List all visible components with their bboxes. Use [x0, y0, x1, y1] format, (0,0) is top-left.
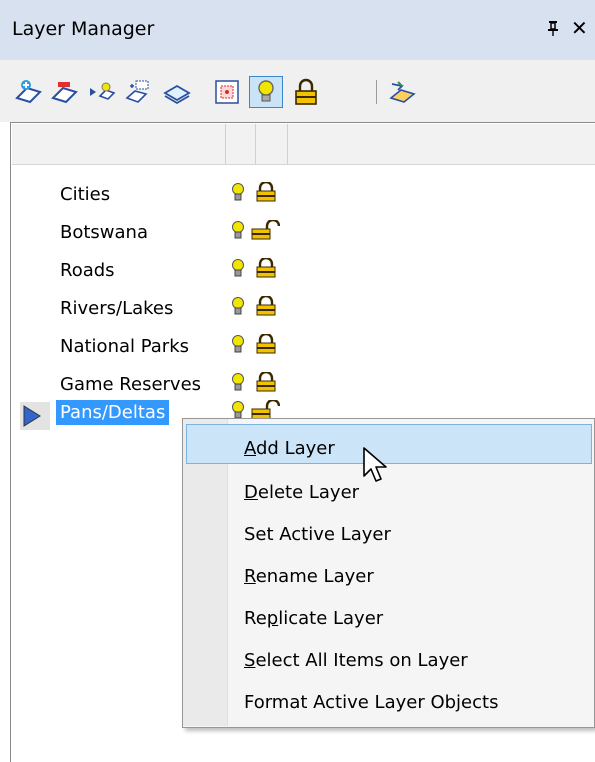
visible-bulb-icon[interactable]: [231, 296, 245, 316]
header-column-divider[interactable]: [225, 124, 226, 164]
header-column-divider[interactable]: [287, 124, 288, 164]
visible-bulb-icon[interactable]: [231, 220, 245, 240]
context-menu-gutter: [183, 419, 228, 726]
layer-name[interactable]: Cities: [60, 184, 110, 205]
locked-icon[interactable]: [255, 182, 277, 202]
menu-item-set-active-layer[interactable]: Set Active Layer: [244, 524, 391, 545]
select-items-icon[interactable]: [124, 78, 152, 106]
mouse-pointer-icon: [363, 447, 387, 482]
list-header: [12, 124, 595, 165]
active-row-indicator-icon: [20, 402, 50, 430]
visible-bulb-icon[interactable]: [231, 182, 245, 202]
locked-icon[interactable]: [255, 334, 277, 354]
menu-item-add-layer[interactable]: Add Layer: [244, 438, 335, 459]
header-column-divider[interactable]: [255, 124, 256, 164]
layer-name[interactable]: Rivers/Lakes: [60, 298, 173, 319]
delete-layer-icon[interactable]: [50, 78, 78, 106]
locked-icon[interactable]: [255, 296, 277, 316]
lock-icon[interactable]: [292, 78, 320, 106]
menu-item-select-all-items[interactable]: Select All Items on Layer: [244, 650, 468, 671]
layer-name[interactable]: Game Reserves: [60, 374, 201, 395]
add-layer-icon[interactable]: [14, 78, 42, 106]
panel-title: Layer Manager: [12, 18, 155, 40]
visible-bulb-icon[interactable]: [231, 372, 245, 392]
menu-item-rename-layer[interactable]: Rename Layer: [244, 566, 374, 587]
layer-name[interactable]: Botswana: [60, 222, 148, 243]
menu-item-format-active-layer-objects[interactable]: Format Active Layer Objects: [244, 692, 498, 713]
layer-name-selected[interactable]: Pans/Deltas: [56, 400, 170, 425]
unlocked-icon[interactable]: [250, 220, 280, 240]
visible-bulb-icon[interactable]: [231, 400, 245, 420]
properties-icon[interactable]: [388, 78, 416, 106]
menu-item-replicate-layer[interactable]: Replicate Layer: [244, 608, 383, 629]
close-icon[interactable]: ✕: [571, 16, 588, 40]
layer-name[interactable]: Roads: [60, 260, 115, 281]
pin-icon[interactable]: [546, 20, 560, 40]
visible-bulb-icon[interactable]: [231, 258, 245, 278]
unlocked-icon[interactable]: [250, 400, 280, 420]
visible-bulb-icon[interactable]: [231, 334, 245, 354]
format-icon[interactable]: [213, 78, 241, 106]
menu-item-delete-layer[interactable]: Delete Layer: [244, 482, 359, 503]
set-active-layer-icon[interactable]: [88, 78, 116, 106]
visibility-bulb-icon[interactable]: [249, 76, 283, 108]
locked-icon[interactable]: [255, 372, 277, 392]
locked-icon[interactable]: [255, 258, 277, 278]
toolbar-separator: [376, 80, 377, 104]
layers-icon[interactable]: [163, 78, 191, 106]
layer-name[interactable]: National Parks: [60, 336, 189, 357]
